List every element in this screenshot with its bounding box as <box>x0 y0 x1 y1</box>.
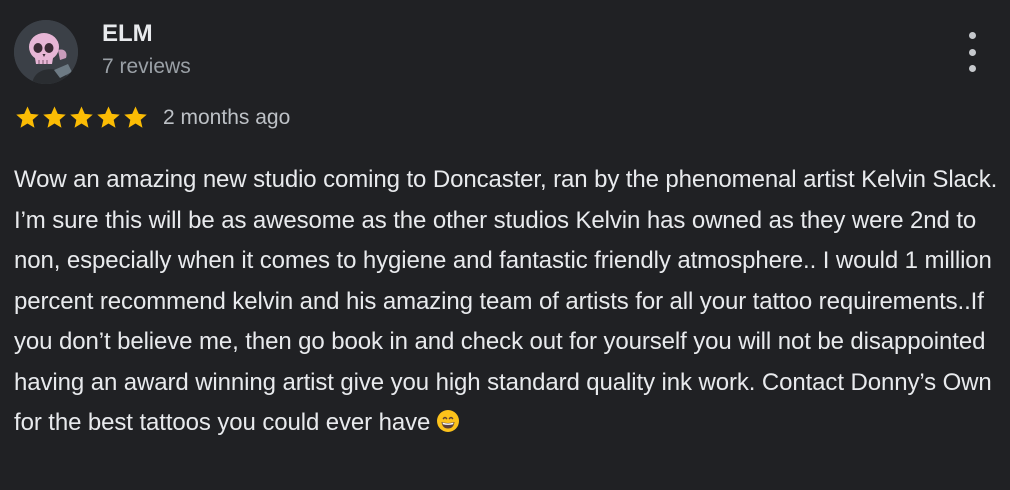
star-icon <box>43 106 66 128</box>
star-icon <box>70 106 93 128</box>
review-date: 2 months ago <box>163 105 291 129</box>
more-options-button[interactable] <box>960 32 984 72</box>
star-icon <box>124 106 147 128</box>
review-header: ELM 7 reviews <box>14 20 191 84</box>
author-review-count[interactable]: 7 reviews <box>102 54 191 80</box>
star-icon <box>97 106 120 128</box>
star-icon <box>16 106 39 128</box>
star-rating <box>14 104 149 131</box>
more-vertical-icon <box>968 48 976 56</box>
author-name[interactable]: ELM <box>102 20 191 48</box>
more-vertical-icon <box>968 32 976 39</box>
review-text: Wow an amazing new studio coming to Donc… <box>14 160 999 444</box>
author-info: ELM 7 reviews <box>102 20 191 80</box>
rating-row: 2 months ago <box>14 104 290 131</box>
skull-avatar-icon <box>14 20 78 84</box>
more-vertical-icon <box>968 65 976 72</box>
grinning-face-emoji-icon <box>436 406 460 432</box>
avatar[interactable] <box>14 20 78 84</box>
review-card: ELM 7 reviews 2 months ago Wow an amazin… <box>0 0 1010 490</box>
review-body: Wow an amazing new studio coming to Donc… <box>14 166 998 436</box>
